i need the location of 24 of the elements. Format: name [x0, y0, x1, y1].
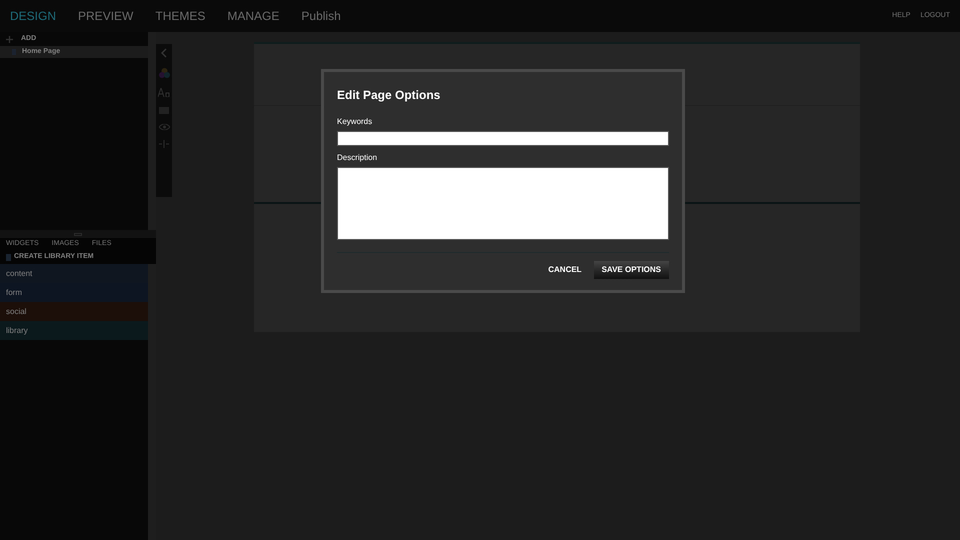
save-options-button[interactable]: SAVE OPTIONS: [594, 261, 669, 279]
plus-icon[interactable]: [6, 36, 13, 42]
cancel-button[interactable]: CANCEL: [546, 264, 584, 276]
document-icon: [6, 254, 11, 260]
field-label: Description: [337, 152, 378, 164]
dialog-title: Edit Page Options: [337, 87, 442, 104]
keywords-field[interactable]: [337, 131, 669, 146]
nav-tab[interactable]: MANAGE: [227, 7, 280, 25]
chevron-left-icon[interactable]: [161, 48, 167, 58]
font-icon[interactable]: [158, 88, 170, 97]
category-item[interactable]: form: [0, 283, 148, 302]
field-label: Keywords: [337, 116, 374, 128]
color-circles-icon[interactable]: [158, 68, 170, 78]
split-arrows-icon[interactable]: [159, 140, 169, 148]
description-field[interactable]: [337, 167, 669, 240]
nav-tab[interactable]: THEMES: [155, 7, 206, 25]
category-item[interactable]: social: [0, 302, 148, 321]
nav-tab[interactable]: DESIGN: [10, 7, 56, 25]
nav-tab[interactable]: PREVIEW: [78, 7, 134, 25]
category-item[interactable]: library: [0, 321, 148, 340]
nav-tab[interactable]: Publish: [301, 7, 341, 25]
category-item[interactable]: content: [0, 264, 148, 283]
scrollbar[interactable]: [148, 264, 156, 540]
eye-icon[interactable]: [158, 124, 170, 130]
